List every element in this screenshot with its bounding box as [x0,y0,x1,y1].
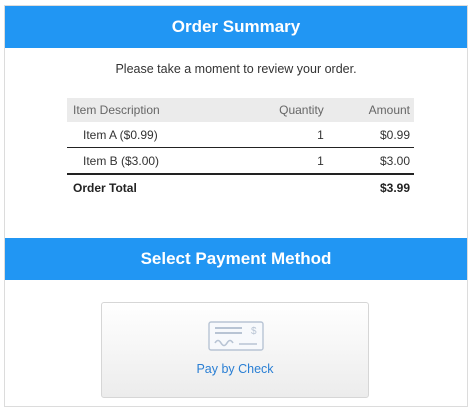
order-panel: Order Summary Please take a moment to re… [4,5,468,407]
order-table: Item Description Quantity Amount Item A … [67,98,414,201]
review-instructions: Please take a moment to review your orde… [115,62,357,76]
order-total-row: Order Total $3.99 [67,174,414,201]
order-summary-header: Order Summary [5,6,467,48]
item-description: Item A ($0.99) [67,122,236,148]
pay-by-check-label[interactable]: Pay by Check [102,362,368,376]
pay-by-check-button[interactable]: $ Pay by Check [101,302,369,398]
payment-method-title: Select Payment Method [140,249,332,268]
check-icon: $ [208,321,264,351]
item-quantity: 1 [235,147,328,175]
item-amount: $0.99 [327,122,414,148]
item-amount: $3.00 [327,147,414,175]
column-header-description: Item Description [67,98,236,122]
table-row: Item B ($3.00) 1 $3.00 [67,147,414,175]
item-quantity: 1 [235,122,328,148]
payment-method-header: Select Payment Method [5,238,467,280]
order-summary-title: Order Summary [171,17,301,36]
svg-text:$: $ [251,326,257,337]
table-header-row: Item Description Quantity Amount [67,98,414,122]
column-header-quantity: Quantity [235,98,328,122]
column-header-amount: Amount [327,98,414,122]
table-row: Item A ($0.99) 1 $0.99 [67,122,414,148]
order-total-amount: $3.99 [379,181,410,195]
order-total-spacer [236,174,328,201]
order-total-label: Order Total [73,181,137,195]
item-description: Item B ($3.00) [67,147,236,175]
